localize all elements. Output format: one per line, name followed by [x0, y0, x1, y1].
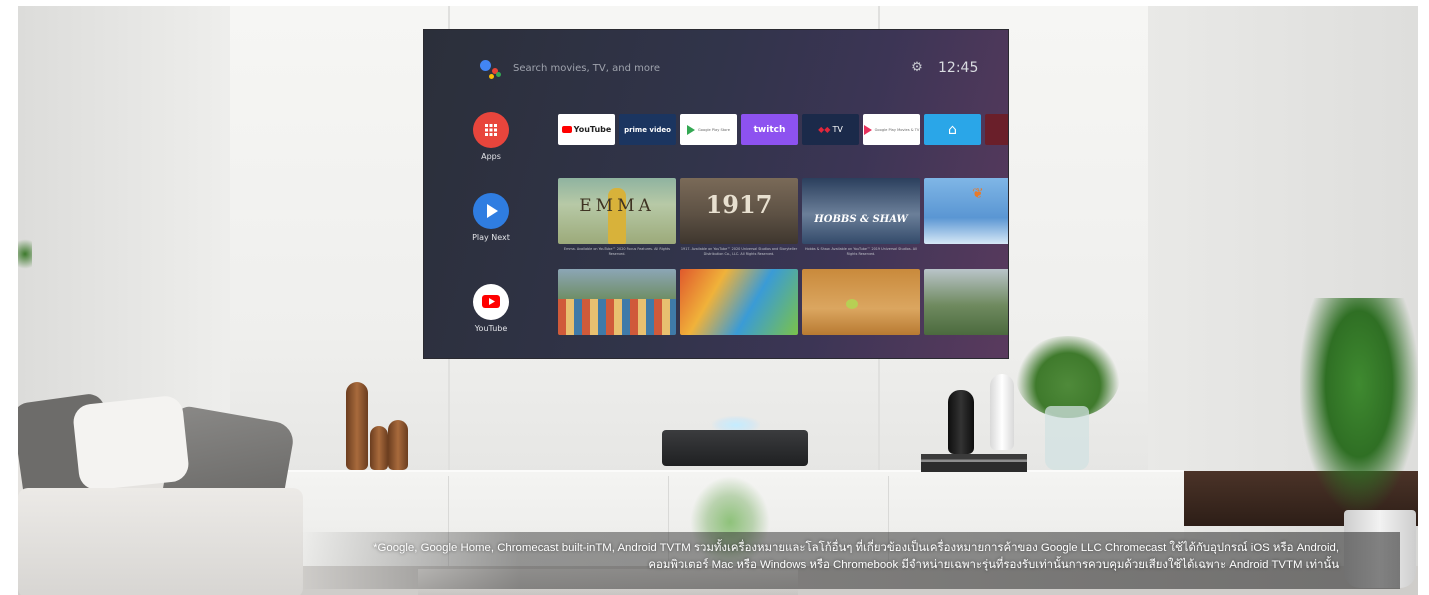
- home-icon: ⌂: [948, 121, 957, 138]
- settings-gear-icon[interactable]: ⚙: [910, 61, 924, 75]
- thumbnail-butterfly[interactable]: ❦: [924, 178, 1008, 244]
- apps-button[interactable]: Apps: [472, 112, 510, 161]
- app-tile-prime-video[interactable]: prime video: [619, 114, 676, 145]
- apps-label: Apps: [481, 152, 501, 161]
- play-next-button[interactable]: Play Next: [472, 193, 510, 242]
- app-tile-home[interactable]: ⌂: [924, 114, 981, 145]
- thumbnail-dancers[interactable]: [558, 269, 676, 335]
- app-tile-youtube[interactable]: YouTube: [558, 114, 615, 145]
- app-tile-partial[interactable]: [985, 114, 1008, 145]
- wooden-vase: [388, 420, 408, 470]
- caption-emma: Emma. Available on YouTube™ 2020 Focus F…: [563, 247, 671, 256]
- play-next-label: Play Next: [472, 233, 510, 242]
- disclaimer: *Google, Google Home, Chromecast built-i…: [239, 540, 1339, 574]
- thumbnail-hobbs-shaw[interactable]: HOBBS & SHAW: [802, 178, 920, 244]
- books: [921, 454, 1027, 472]
- app-tile-google-play-movies[interactable]: Google Play Movies & TV: [863, 114, 920, 145]
- apps-grid-icon: [473, 112, 509, 148]
- app-tile-twitch[interactable]: twitch: [741, 114, 798, 145]
- search-bar[interactable]: Search movies, TV, and more: [513, 63, 660, 74]
- thumbnail-mountain[interactable]: [924, 269, 1008, 335]
- youtube-button[interactable]: YouTube: [472, 284, 510, 333]
- disclaimer-line-1: *Google, Google Home, Chromecast built-i…: [373, 542, 1339, 554]
- android-tv-screen: Search movies, TV, and more ⚙ 12:45 Apps…: [424, 30, 1008, 358]
- caption-hobbs-shaw: Hobbs & Shaw. Available on YouTube™ 2019…: [804, 247, 918, 256]
- white-vase: [990, 374, 1014, 450]
- wooden-vase: [346, 382, 368, 470]
- butterfly-icon: ❦: [972, 186, 984, 202]
- app-tile-google-play-store[interactable]: Google Play Store: [680, 114, 737, 145]
- glass-pot: [1045, 406, 1089, 470]
- caption-1917: 1917. Available on YouTube™ 2020 Univers…: [680, 247, 798, 256]
- projector: [662, 430, 808, 466]
- youtube-icon: [473, 284, 509, 320]
- thumbnail-1917[interactable]: 1917: [680, 178, 798, 244]
- black-vase: [948, 390, 974, 454]
- app-tile-redbull-tv[interactable]: ◆◆ TV: [802, 114, 859, 145]
- clock: 12:45: [938, 60, 979, 76]
- youtube-label: YouTube: [474, 324, 508, 333]
- wooden-vase: [370, 426, 388, 470]
- thumbnail-cooking[interactable]: [802, 269, 920, 335]
- white-cushion: [71, 394, 191, 492]
- play-icon: [473, 193, 509, 229]
- left-plant: [18, 234, 32, 274]
- google-assistant-icon[interactable]: [480, 58, 502, 80]
- thumbnail-emma[interactable]: EMMA: [558, 178, 676, 244]
- large-plant: [1300, 298, 1418, 513]
- disclaimer-line-2: คอมพิวเตอร์ Mac หรือ Windows หรือ Chrome…: [648, 559, 1339, 571]
- thumbnail-color-powder[interactable]: [680, 269, 798, 335]
